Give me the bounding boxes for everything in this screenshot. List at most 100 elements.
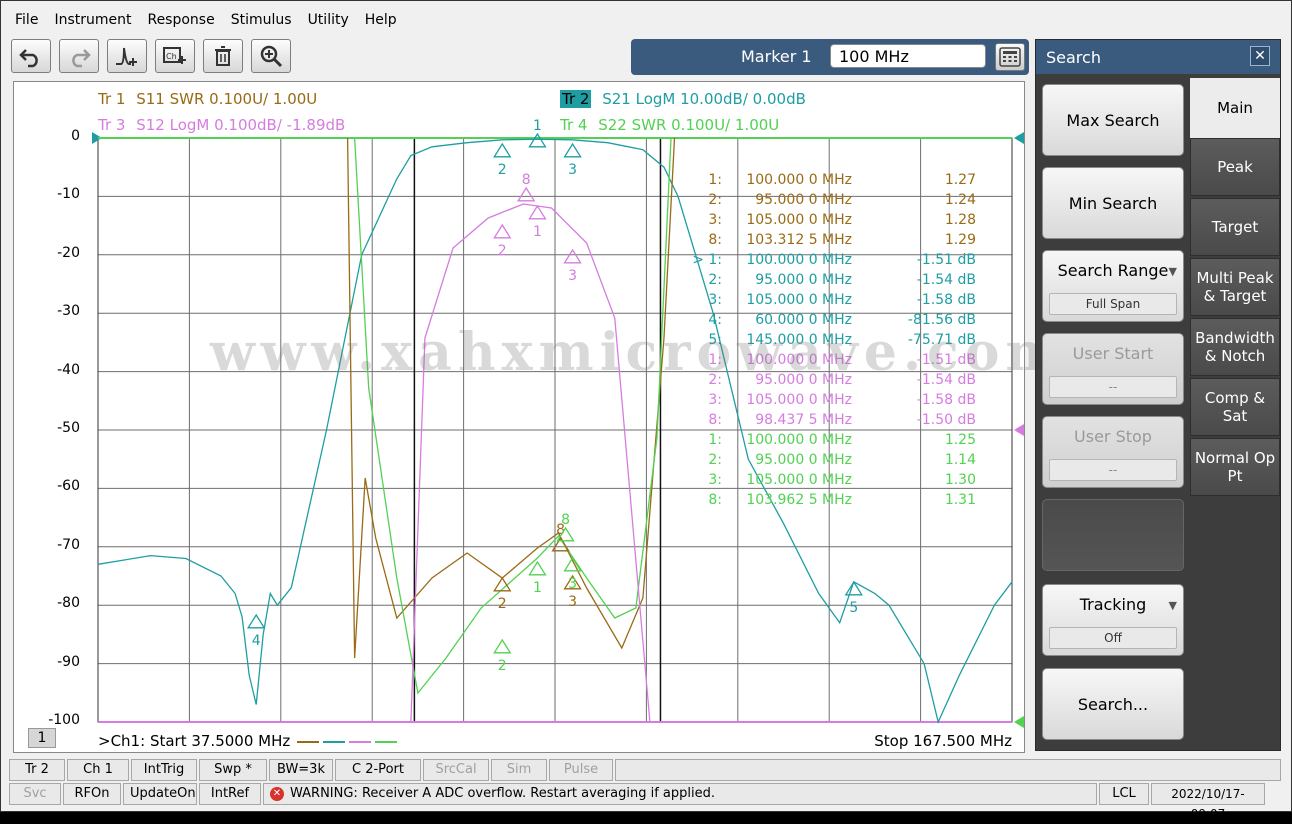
add-marker-button[interactable] (107, 39, 147, 73)
marker-row-frequency: 105.000 0 MHz (746, 392, 852, 408)
trace-1-title[interactable]: Tr 1 S11 SWR 0.100U/ 1.00U (98, 90, 317, 108)
menu-help[interactable]: Help (357, 9, 405, 31)
delete-icon (215, 46, 231, 66)
menu-instrument[interactable]: Instrument (46, 9, 139, 31)
min-search-button[interactable]: Min Search (1042, 167, 1184, 239)
user-stop-button: User Stop -- (1042, 416, 1184, 488)
user-start-value: -- (1049, 376, 1177, 398)
marker-s22-2 (493, 638, 512, 654)
status-updateon[interactable]: UpdateOn (123, 783, 197, 805)
marker-row-frequency: 95.000 0 MHz (755, 192, 852, 208)
tab-normal-op-pt[interactable]: Normal Op Pt (1190, 438, 1280, 496)
marker-row-number: 1: (708, 352, 722, 368)
marker-s12-2-label: 2 (498, 243, 507, 259)
tab-peak[interactable]: Peak (1190, 138, 1280, 196)
softkey-header: Search ✕ (1036, 40, 1280, 74)
marker-row-value: 1.31 (944, 492, 976, 508)
marker-s12-8 (517, 186, 536, 202)
marker-label: Marker 1 (741, 47, 812, 66)
measurement-chart[interactable]: 2345123812382138 Tr 1 S11 SWR 0.100U/ 1.… (13, 81, 1060, 753)
status-cal[interactable]: C 2-Port (335, 759, 421, 781)
tab-comp-sat[interactable]: Comp & Sat (1190, 378, 1280, 436)
marker-row-value: 1.25 (944, 432, 976, 448)
marker-row-number: 3: (708, 392, 722, 408)
blank-softkey (1042, 499, 1184, 571)
marker-row-frequency: 105.000 0 MHz (746, 292, 852, 308)
marker-row-value: 1.29 (944, 232, 976, 248)
marker-row-value: -81.56 dB (907, 312, 976, 328)
menu-bar: File Instrument Response Stimulus Utilit… (7, 9, 405, 31)
marker-row-number: 2: (708, 372, 722, 388)
dropdown-icon: ▼ (1168, 265, 1177, 278)
status-datetime: 2022/10/17-09:07 (1151, 783, 1265, 821)
channel-prefix: >Ch1: (98, 732, 146, 750)
menu-utility[interactable]: Utility (300, 9, 357, 31)
toolbar: Ch (11, 39, 291, 75)
trace-1-id: Tr 1 (98, 90, 126, 108)
trace-4-title[interactable]: Tr 4 S22 SWR 0.100U/ 1.00U (560, 116, 779, 134)
stop-frequency[interactable]: Stop 167.500 MHz (874, 732, 1012, 750)
menu-stimulus[interactable]: Stimulus (223, 9, 300, 31)
status-intref[interactable]: IntRef (199, 783, 261, 805)
start-value: Start 37.5000 MHz (149, 732, 291, 750)
status-channel[interactable]: Ch 1 (67, 759, 129, 781)
menu-response[interactable]: Response (139, 9, 222, 31)
delete-button[interactable] (203, 39, 243, 73)
status-sweep[interactable]: Swp * (199, 759, 267, 781)
marker-s22-3-label: 3 (568, 576, 577, 592)
close-button[interactable]: ✕ (1250, 46, 1270, 66)
marker-row-frequency: 60.000 0 MHz (755, 312, 852, 328)
marker-row-number: 8: (708, 412, 722, 428)
y-tick-label: -40 (57, 361, 80, 378)
marker-s21-3-label: 3 (568, 162, 577, 178)
marker-s21-4 (247, 613, 266, 629)
marker-row-frequency: 98.437 5 MHz (755, 412, 852, 428)
marker-s12-1-label: 1 (533, 224, 542, 240)
chart-plot[interactable]: 2 345123812 3821 38 (14, 82, 1024, 752)
marker-add-icon (116, 47, 137, 66)
trace-legend-lines (297, 740, 398, 743)
y-tick-label: -10 (57, 186, 80, 203)
keypad-button[interactable] (995, 43, 1025, 71)
marker-value-input[interactable]: 100 MHz (830, 44, 986, 68)
trace-2-id: Tr 2 (560, 90, 592, 108)
tab-multi-peak-target[interactable]: Multi Peak & Target (1190, 258, 1280, 316)
trace-4-id: Tr 4 (560, 116, 588, 134)
marker-row-value: 1.27 (944, 172, 976, 188)
channel-add-icon: Ch (163, 47, 186, 64)
y-tick-label: -50 (57, 420, 80, 436)
trace-2-title[interactable]: Tr 2 S21 LogM 10.00dB/ 0.00dB (560, 90, 806, 108)
search-dialog-button[interactable]: Search... (1042, 668, 1184, 740)
tab-main[interactable]: Main (1190, 78, 1280, 138)
status-rfon[interactable]: RFOn (63, 783, 121, 805)
redo-button[interactable] (59, 39, 99, 73)
start-frequency[interactable]: >Ch1: Start 37.5000 MHz (98, 732, 405, 750)
menu-file[interactable]: File (7, 9, 46, 31)
ref-arrow-s12 (1014, 424, 1024, 436)
trace-3-text: S12 LogM 0.100dB/ -1.89dB (136, 116, 346, 134)
undo-button[interactable] (11, 39, 51, 73)
softkey-panel: Search ✕ Max Search Min Search Search Ra… (1035, 39, 1281, 751)
max-search-button[interactable]: Max Search (1042, 84, 1184, 156)
marker-row-number: 2: (708, 452, 722, 468)
status-trigger[interactable]: IntTrig (131, 759, 197, 781)
marker-row-value: -1.54 dB (916, 272, 976, 288)
trace-3-title[interactable]: Tr 3 S12 LogM 0.100dB/ -1.89dB (98, 116, 345, 134)
user-start-label: User Start (1072, 344, 1154, 363)
marker-row-value: -1.58 dB (916, 292, 976, 308)
search-range-button[interactable]: Search Range ▼ Full Span (1042, 250, 1184, 322)
channel-number[interactable]: 1 (28, 728, 56, 748)
marker-s12-2 (493, 223, 512, 239)
status-trace[interactable]: Tr 2 (9, 759, 65, 781)
tab-bandwidth-notch[interactable]: Bandwidth & Notch (1190, 318, 1280, 376)
status-bandwidth[interactable]: BW=3k (269, 759, 333, 781)
ref-arrow-s22 (1014, 716, 1024, 728)
marker-row-value: 1.24 (944, 192, 976, 208)
status-srccal: SrcCal (423, 759, 489, 781)
tracking-button[interactable]: Tracking ▼ Off (1042, 584, 1184, 656)
add-channel-button[interactable]: Ch (155, 39, 195, 73)
zoom-button[interactable] (251, 39, 291, 73)
tab-target[interactable]: Target (1190, 198, 1280, 256)
tracking-label: Tracking (1079, 595, 1147, 614)
marker-s12-3-label: 3 (568, 268, 577, 284)
